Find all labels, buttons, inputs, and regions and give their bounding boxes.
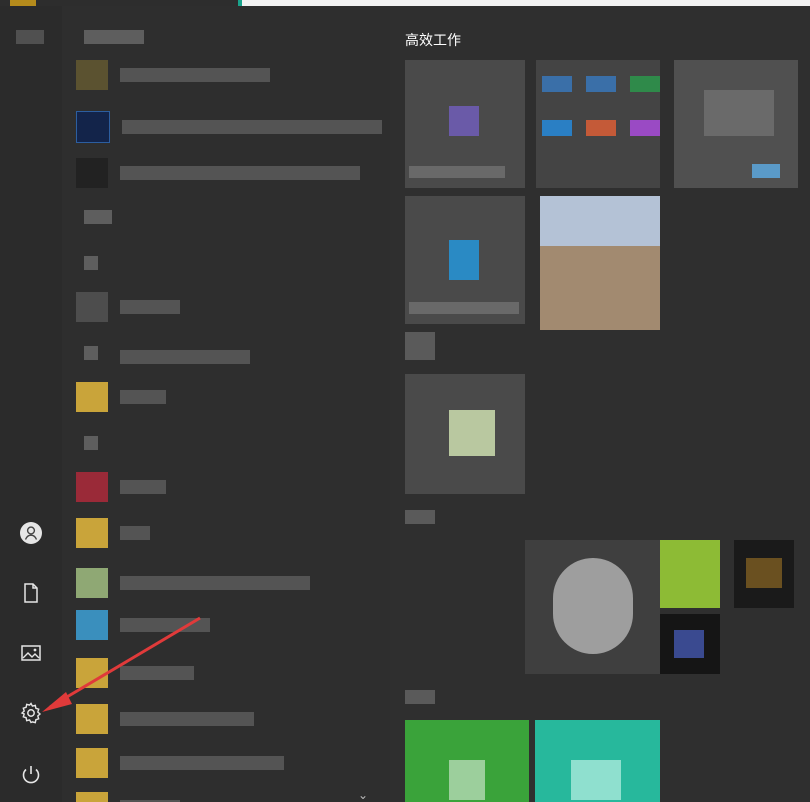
list-item[interactable] — [76, 658, 194, 688]
tile-group-header[interactable] — [405, 510, 435, 524]
app-tile[interactable] — [405, 374, 525, 494]
document-icon — [24, 583, 38, 603]
tile-group-title[interactable]: 高效工作 — [405, 30, 461, 50]
app-tile[interactable] — [405, 60, 525, 188]
settings-button[interactable] — [14, 696, 48, 730]
folder-icon — [76, 792, 108, 802]
folder-icon — [76, 658, 108, 688]
app-tile[interactable] — [405, 720, 529, 802]
list-section-header[interactable] — [84, 30, 144, 44]
list-section-header[interactable] — [84, 210, 112, 224]
list-item[interactable] — [76, 792, 180, 802]
tile-group-header[interactable] — [405, 690, 435, 704]
list-section-header[interactable] — [84, 256, 98, 270]
power-icon — [22, 766, 40, 784]
list-item[interactable] — [76, 292, 180, 322]
folder-icon — [76, 748, 108, 778]
list-item[interactable] — [120, 342, 250, 372]
pictures-button[interactable] — [14, 636, 48, 670]
app-logo-icon — [449, 106, 479, 136]
list-item[interactable] — [76, 111, 382, 143]
folder-icon — [76, 382, 108, 412]
documents-button[interactable] — [14, 576, 48, 610]
user-account-button[interactable] — [14, 516, 48, 550]
list-item[interactable] — [76, 382, 166, 412]
mysql-icon — [76, 111, 110, 143]
list-item[interactable] — [76, 704, 254, 734]
photo-tile[interactable] — [540, 196, 660, 330]
app-tile[interactable] — [525, 540, 660, 674]
user-icon — [20, 522, 42, 544]
app-logo-icon — [449, 240, 479, 280]
start-menu: ⌄ 高效工作 — [0, 0, 810, 802]
list-item[interactable] — [76, 610, 210, 640]
list-item[interactable] — [76, 568, 310, 598]
gear-icon — [20, 702, 42, 724]
all-apps-list: ⌄ — [62, 6, 390, 802]
app-logo-icon — [553, 558, 633, 654]
folder-icon — [76, 518, 108, 548]
app-tile[interactable] — [660, 540, 720, 608]
app-tile[interactable] — [405, 196, 525, 324]
list-item[interactable] — [76, 60, 270, 90]
pictures-icon — [21, 645, 41, 661]
chevron-down-icon: ⌄ — [358, 788, 369, 802]
folder-icon — [76, 704, 108, 734]
tile-group-header[interactable] — [405, 332, 435, 360]
expand-menu-button[interactable] — [16, 30, 44, 44]
tiles-area: 高效工作 — [390, 6, 810, 802]
list-item[interactable] — [76, 748, 284, 778]
list-item[interactable] — [76, 158, 360, 188]
list-item[interactable] — [76, 518, 150, 548]
office-tile[interactable] — [536, 60, 660, 188]
list-item[interactable] — [76, 472, 166, 502]
app-tile[interactable] — [535, 720, 660, 802]
app-logo-icon — [449, 410, 495, 456]
start-rail — [0, 6, 62, 802]
app-tile[interactable] — [734, 540, 794, 608]
power-button[interactable] — [14, 758, 48, 792]
app-tile[interactable] — [674, 60, 798, 188]
list-section-header[interactable] — [84, 436, 98, 450]
list-section-header[interactable] — [84, 346, 98, 360]
app-tile[interactable] — [660, 614, 720, 674]
